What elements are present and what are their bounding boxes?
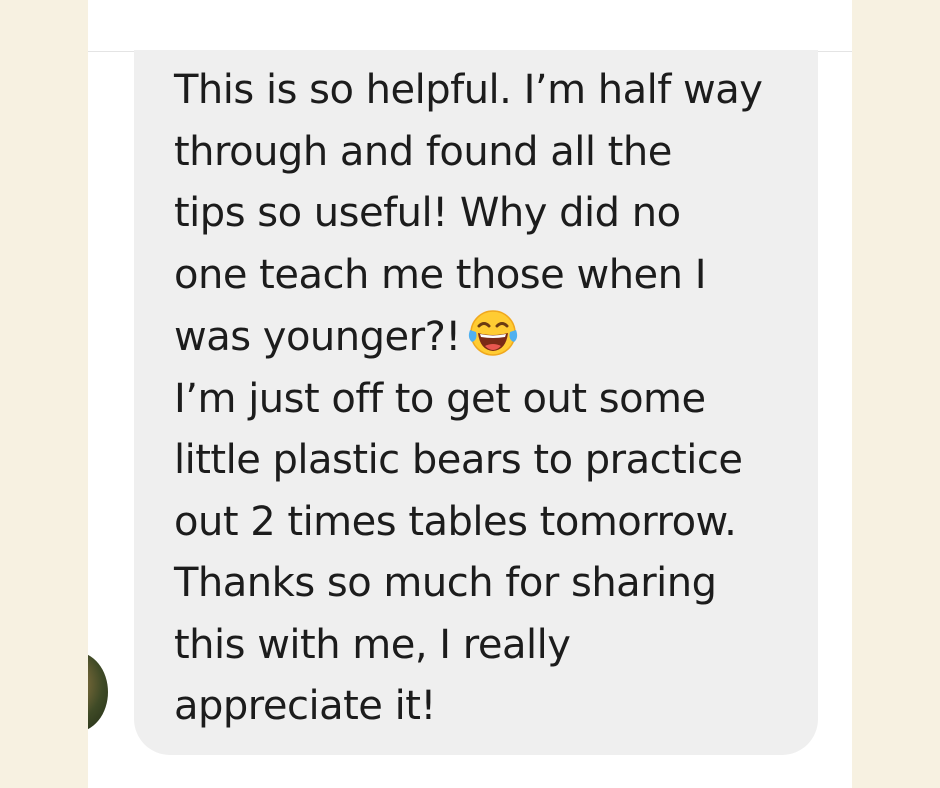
message-line: little plastic bears to practice: [174, 437, 743, 483]
message-line: through and found all the: [174, 128, 672, 175]
laughing-tears-emoji-icon: [467, 306, 519, 358]
message-line-with-emoji: was younger?!: [174, 306, 788, 369]
message-line: appreciate it!: [174, 683, 436, 729]
message-line: This is so helpful. I’m half way: [174, 67, 763, 113]
message-line: I’m just off to get out some: [174, 375, 706, 422]
message-line-text: was younger?!: [174, 314, 461, 360]
message-line: this with me, I really: [174, 621, 571, 668]
message-line: tips so useful! Why did no: [174, 190, 681, 236]
message-line: Thanks so much for sharing: [174, 560, 717, 606]
sender-avatar[interactable]: [88, 652, 108, 732]
message-line: out 2 times tables tomorrow.: [174, 498, 737, 545]
message-bubble: This is so helpful. I’m half way through…: [134, 50, 818, 755]
message-line: one teach me those when I: [174, 251, 707, 298]
